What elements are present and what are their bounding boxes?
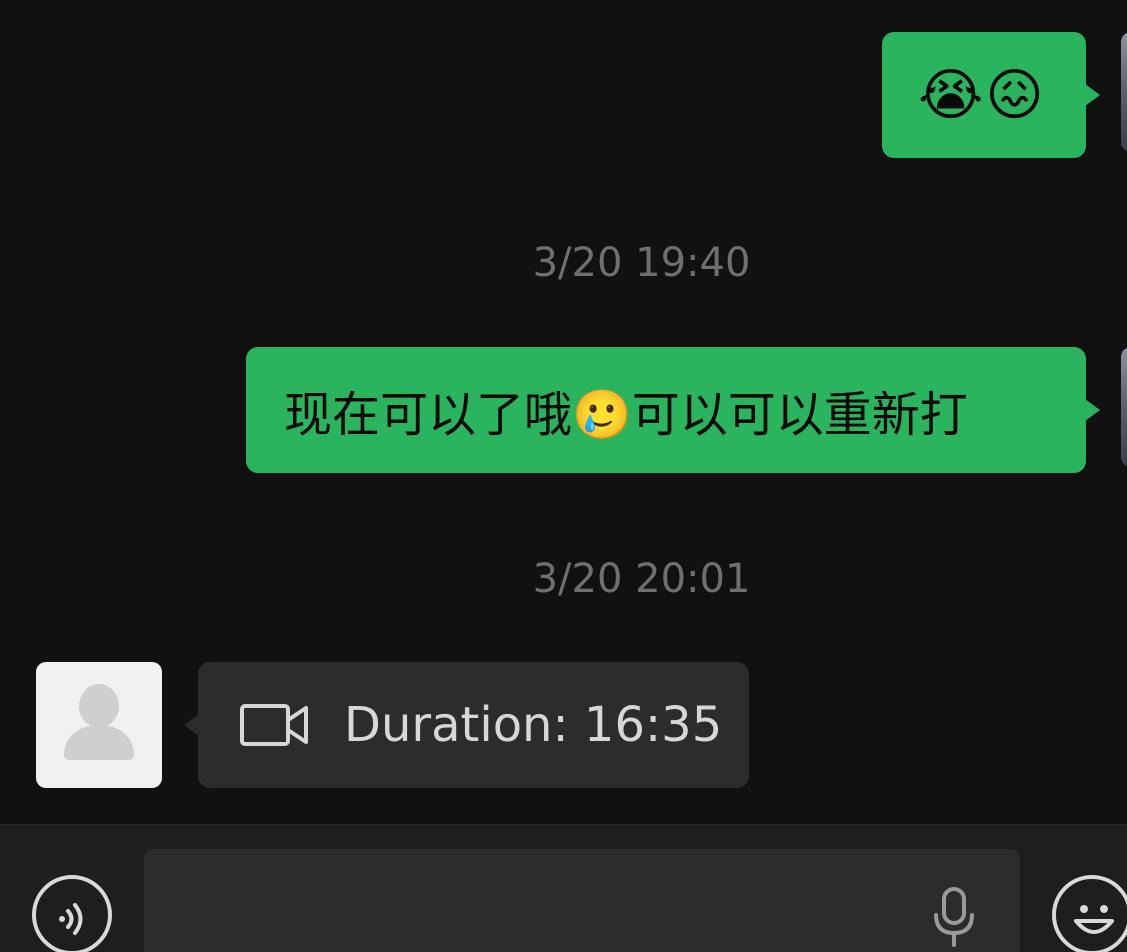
message-input-bar bbox=[0, 824, 1127, 952]
call-duration-text: Duration: 16:35 bbox=[344, 697, 723, 753]
message-timestamp: 3/20 20:01 bbox=[532, 556, 751, 602]
emoji-button[interactable] bbox=[1052, 875, 1127, 952]
default-avatar-head bbox=[79, 684, 119, 728]
outgoing-message-bubble[interactable]: 😭😖 bbox=[882, 32, 1100, 158]
self-avatar[interactable] bbox=[1121, 32, 1127, 152]
outgoing-message-bubble[interactable]: 现在可以了哦🥲可以可以重新打 bbox=[246, 347, 1100, 473]
microphone-icon[interactable] bbox=[930, 887, 978, 949]
video-call-record-bubble[interactable]: Duration: 16:35 bbox=[184, 662, 749, 788]
video-camera-icon bbox=[240, 704, 308, 746]
message-text: 😭😖 bbox=[918, 62, 1046, 128]
message-input[interactable] bbox=[144, 849, 1020, 952]
voice-mode-icon bbox=[59, 903, 83, 935]
message-text: 现在可以了哦🥲可以可以重新打 bbox=[284, 387, 968, 443]
message-timestamp: 3/20 19:40 bbox=[532, 240, 751, 286]
default-avatar-body bbox=[64, 726, 134, 760]
emoji-icon bbox=[1074, 905, 1114, 934]
contact-avatar[interactable] bbox=[36, 662, 162, 788]
voice-mode-button[interactable] bbox=[32, 875, 112, 952]
chat-screen: 😭😖 3/20 19:40 现在可以了哦🥲可以可以重新打 3/20 20:01 … bbox=[0, 0, 1127, 952]
self-avatar[interactable] bbox=[1121, 347, 1127, 467]
